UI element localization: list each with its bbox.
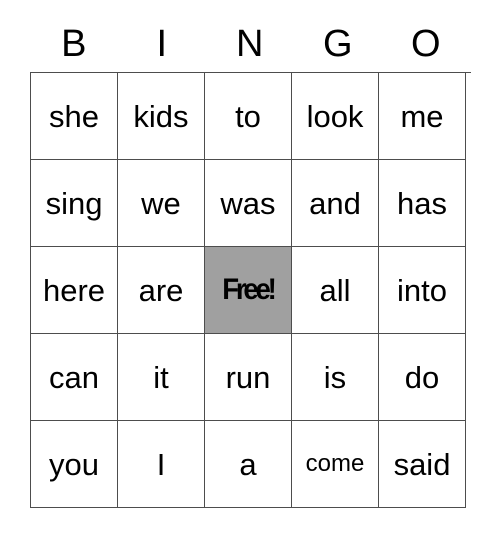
bingo-cell[interactable]: into bbox=[379, 247, 466, 334]
bingo-free-space-cell[interactable]: Free! bbox=[205, 247, 292, 334]
bingo-row: here are Free! all into bbox=[31, 247, 471, 334]
bingo-cell-label: was bbox=[220, 185, 276, 221]
bingo-header-letter-b: B bbox=[61, 23, 87, 65]
bingo-cell-label: sing bbox=[45, 185, 103, 221]
bingo-cell[interactable]: sing bbox=[31, 160, 118, 247]
bingo-cell-label: to bbox=[235, 98, 261, 134]
bingo-cell[interactable]: here bbox=[31, 247, 118, 334]
bingo-cell[interactable]: to bbox=[205, 73, 292, 160]
bingo-cell-label: kids bbox=[133, 98, 189, 134]
bingo-header-row: B I N G O bbox=[30, 16, 470, 72]
bingo-cell-label: look bbox=[306, 98, 364, 134]
bingo-cell-label: and bbox=[309, 185, 361, 221]
bingo-cell-label: run bbox=[225, 359, 271, 395]
bingo-cell-label: I bbox=[156, 446, 166, 482]
bingo-cell[interactable]: run bbox=[205, 334, 292, 421]
bingo-header-letter-n: N bbox=[236, 23, 264, 65]
bingo-cell[interactable]: a bbox=[205, 421, 292, 508]
bingo-cell[interactable]: are bbox=[118, 247, 205, 334]
bingo-cell[interactable]: do bbox=[379, 334, 466, 421]
bingo-cell[interactable]: can bbox=[31, 334, 118, 421]
bingo-cell[interactable]: was bbox=[205, 160, 292, 247]
bingo-cell[interactable]: you bbox=[31, 421, 118, 508]
bingo-cell[interactable]: she bbox=[31, 73, 118, 160]
bingo-cell-label: is bbox=[323, 359, 347, 395]
bingo-cell[interactable]: I bbox=[118, 421, 205, 508]
bingo-cell[interactable]: come bbox=[292, 421, 379, 508]
bingo-cell-label: can bbox=[49, 359, 99, 395]
bingo-cell-label: she bbox=[49, 98, 99, 134]
bingo-cell-label: it bbox=[153, 359, 169, 395]
bingo-cell-label: into bbox=[397, 272, 447, 308]
bingo-cell[interactable]: has bbox=[379, 160, 466, 247]
bingo-cell-label: we bbox=[141, 185, 181, 221]
bingo-cell-label: Free! bbox=[222, 273, 277, 306]
bingo-cell[interactable]: all bbox=[292, 247, 379, 334]
bingo-cell-label: has bbox=[397, 185, 447, 221]
bingo-cell[interactable]: said bbox=[379, 421, 466, 508]
bingo-cell[interactable]: and bbox=[292, 160, 379, 247]
bingo-row: can it run is do bbox=[31, 334, 471, 421]
bingo-grid: she kids to look me sing we was and has here are Fre… bbox=[30, 72, 471, 508]
bingo-cell[interactable]: it bbox=[118, 334, 205, 421]
bingo-card: B I N G O she kids to look me sing we was and has… bbox=[30, 16, 471, 508]
bingo-cell[interactable]: me bbox=[379, 73, 466, 160]
bingo-row: she kids to look me bbox=[31, 73, 471, 160]
bingo-cell-label: you bbox=[49, 446, 99, 482]
bingo-header-letter-o: O bbox=[410, 23, 442, 65]
bingo-cell-label: said bbox=[393, 446, 451, 482]
bingo-header-letter-g: G bbox=[322, 23, 354, 65]
bingo-cell-label: here bbox=[42, 272, 106, 308]
bingo-cell-label: are bbox=[138, 272, 184, 308]
bingo-cell-label: all bbox=[319, 272, 351, 308]
bingo-cell-label: do bbox=[404, 359, 440, 395]
bingo-cell-label: me bbox=[400, 98, 444, 134]
bingo-cell[interactable]: is bbox=[292, 334, 379, 421]
bingo-row: you Ia come said bbox=[31, 421, 471, 508]
bingo-cell[interactable]: kids bbox=[118, 73, 205, 160]
bingo-cell-label: come bbox=[305, 450, 365, 477]
bingo-header-letter-i: I bbox=[156, 23, 168, 65]
bingo-cell[interactable]: look bbox=[292, 73, 379, 160]
bingo-cell[interactable]: we bbox=[118, 160, 205, 247]
bingo-row: sing we was and has bbox=[31, 160, 471, 247]
bingo-cell-label: a bbox=[239, 446, 257, 482]
